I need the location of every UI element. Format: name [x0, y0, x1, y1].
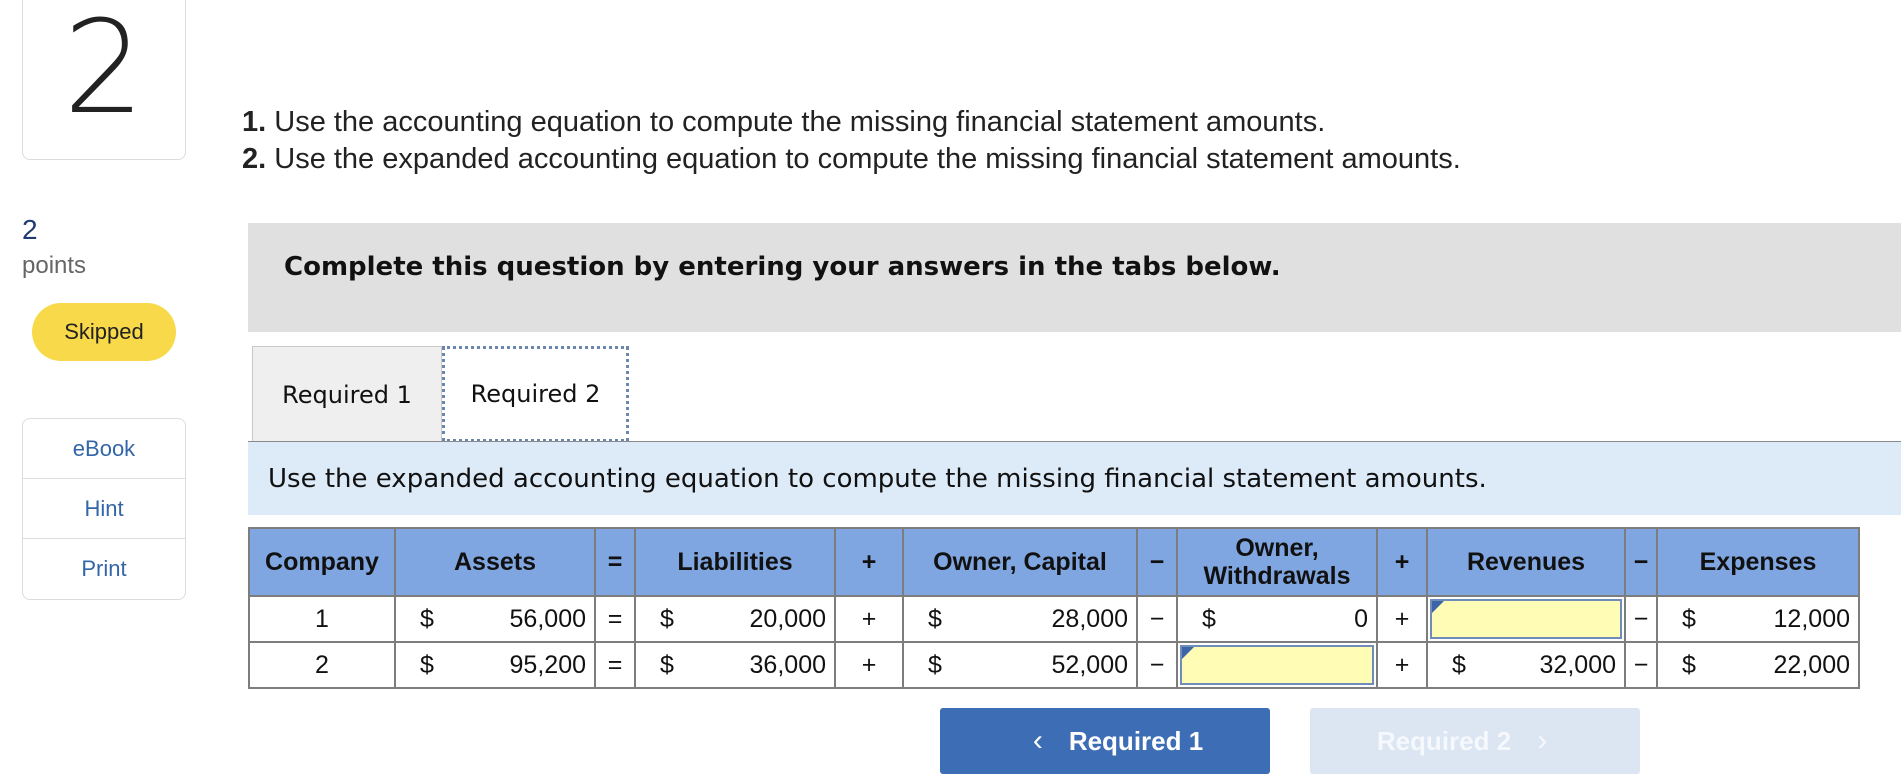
table-header-row: Company Assets = Liabilities + Owner, Ca… — [248, 527, 1860, 597]
next-button-label: Required 2 — [1376, 725, 1512, 756]
chevron-left-icon: ‹ — [1032, 724, 1043, 757]
input-marker-icon — [1182, 647, 1194, 659]
hint-link[interactable]: Hint — [23, 479, 185, 539]
plus-sign: + — [834, 641, 904, 689]
banner-text: Complete this question by entering your … — [284, 252, 1281, 282]
plus-sign: + — [834, 595, 904, 643]
prev-button-label: Required 1 — [1068, 725, 1204, 756]
table-row: 1 $56,000 = $20,000 + $28,000 − $0 + − $… — [248, 595, 1860, 643]
instruction-2: 2. Use the expanded accounting equation … — [242, 143, 1461, 175]
header-owner-withdrawals: Owner, Withdrawals — [1176, 527, 1378, 597]
header-plus: + — [1376, 527, 1428, 597]
tab-required-1[interactable]: Required 1 — [252, 346, 442, 442]
header-liabilities: Liabilities — [634, 527, 836, 597]
assets-cell: $56,000 — [394, 595, 596, 643]
minus-sign: − — [1136, 595, 1178, 643]
header-plus: + — [834, 527, 904, 597]
owner-capital-cell: $52,000 — [902, 641, 1138, 689]
instruction-banner: Complete this question by entering your … — [248, 223, 1901, 332]
company-cell: 1 — [248, 595, 396, 643]
chevron-right-icon: › — [1537, 724, 1548, 757]
instructions: 1. Use the accounting equation to comput… — [242, 104, 1461, 178]
minus-sign: − — [1624, 595, 1658, 643]
minus-sign: − — [1624, 641, 1658, 689]
question-number-box: 2 — [22, 0, 186, 160]
liabilities-cell: $20,000 — [634, 595, 836, 643]
assets-cell: $95,200 — [394, 641, 596, 689]
question-number: 2 — [63, 0, 145, 143]
tab-instructions: Use the expanded accounting equation to … — [248, 442, 1901, 515]
plus-sign: + — [1376, 641, 1428, 689]
side-links: eBook Hint Print — [22, 418, 186, 600]
points-label: points — [22, 252, 87, 279]
owner-withdrawals-cell — [1176, 641, 1378, 689]
ebook-link[interactable]: eBook — [23, 419, 185, 479]
header-assets: Assets — [394, 527, 596, 597]
revenues-cell: $32,000 — [1426, 641, 1626, 689]
input-marker-icon — [1432, 601, 1444, 613]
print-link[interactable]: Print — [23, 539, 185, 599]
next-required-button: Required 2 › — [1310, 708, 1640, 774]
revenues-cell — [1426, 595, 1626, 643]
equals-sign: = — [594, 595, 636, 643]
skipped-badge: Skipped — [32, 303, 176, 361]
accounting-equation-table: Company Assets = Liabilities + Owner, Ca… — [248, 527, 1860, 689]
expenses-cell: $22,000 — [1656, 641, 1860, 689]
equals-sign: = — [594, 641, 636, 689]
minus-sign: − — [1136, 641, 1178, 689]
header-equals: = — [594, 527, 636, 597]
revenues-input-1[interactable] — [1430, 599, 1622, 639]
header-minus: − — [1624, 527, 1658, 597]
company-cell: 2 — [248, 641, 396, 689]
table-row: 2 $95,200 = $36,000 + $52,000 − + $32,00… — [248, 641, 1860, 689]
owner-withdrawals-cell: $0 — [1176, 595, 1378, 643]
owner-withdrawals-input-2[interactable] — [1180, 645, 1374, 685]
tab-required-2[interactable]: Required 2 — [442, 346, 629, 442]
header-revenues: Revenues — [1426, 527, 1626, 597]
header-expenses: Expenses — [1656, 527, 1860, 597]
liabilities-cell: $36,000 — [634, 641, 836, 689]
owner-capital-cell: $28,000 — [902, 595, 1138, 643]
prev-required-button[interactable]: ‹ Required 1 — [940, 708, 1270, 774]
header-minus: − — [1136, 527, 1178, 597]
header-company: Company — [248, 527, 396, 597]
instruction-1: 1. Use the accounting equation to comput… — [242, 106, 1326, 138]
header-owner-capital: Owner, Capital — [902, 527, 1138, 597]
points-value: 2 — [22, 214, 38, 245]
tab-instructions-text: Use the expanded accounting equation to … — [268, 464, 1487, 494]
expenses-cell: $12,000 — [1656, 595, 1860, 643]
plus-sign: + — [1376, 595, 1428, 643]
